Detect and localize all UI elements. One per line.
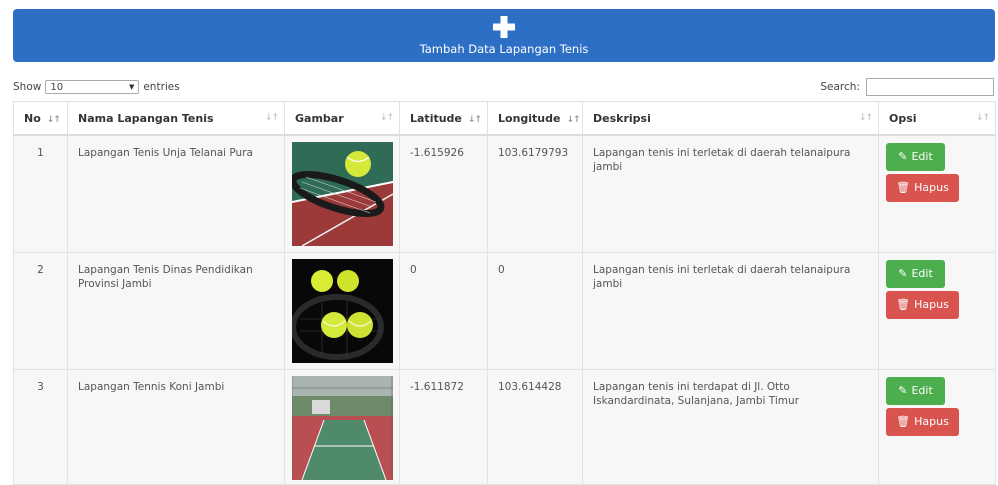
- trash-icon: 🗑: [896, 415, 911, 428]
- cell-deskripsi: Lapangan tenis ini terdapat di Jl. Otto …: [582, 369, 879, 485]
- cell-opsi: ✎ Edit 🗑 Hapus: [878, 369, 996, 485]
- tennis-court-image: [292, 376, 393, 480]
- edit-button[interactable]: ✎ Edit: [886, 143, 945, 171]
- cell-latitude: -1.611872: [399, 369, 488, 485]
- cell-nama: Lapangan Tenis Unja Telanai Pura: [67, 134, 285, 253]
- sort-icon: ↓↑: [264, 113, 279, 123]
- cell-opsi: ✎ Edit 🗑 Hapus: [878, 252, 996, 370]
- edit-button[interactable]: ✎ Edit: [886, 377, 945, 405]
- sort-icon: ↓↑: [566, 114, 580, 125]
- entries-label: entries: [143, 81, 180, 93]
- entries-select[interactable]: 10 ▼: [45, 80, 140, 94]
- chevron-down-icon: ▼: [128, 83, 135, 91]
- cell-latitude: 0: [399, 252, 488, 370]
- table-row: 2 Lapangan Tenis Dinas Pendidikan Provin…: [13, 252, 996, 370]
- cell-no: 1: [13, 134, 68, 253]
- sort-icon: ↓↑: [379, 113, 394, 123]
- column-header-gambar[interactable]: Gambar ↓↑: [284, 101, 400, 136]
- tennis-court-table: No ↓↑ Nama Lapangan Tenis ↓↑ Gambar ↓↑ Lati…: [13, 101, 996, 485]
- sort-icon: ↓↑: [467, 114, 482, 125]
- add-button-label: Tambah Data Lapangan Tenis: [419, 41, 589, 56]
- tennis-balls-image: [292, 259, 393, 363]
- sort-asc-icon: ↓↑: [46, 114, 61, 125]
- column-header-longitude[interactable]: Longitude ↓↑: [487, 101, 583, 136]
- cell-gambar: [284, 369, 400, 485]
- table-row: 3 Lapangan Tennis Koni Jambi -1.611872 1…: [13, 369, 996, 485]
- entries-select-value: 10: [50, 81, 64, 93]
- delete-button[interactable]: 🗑 Hapus: [886, 291, 959, 319]
- cell-deskripsi: Lapangan tenis ini terletak di daerah te…: [582, 252, 879, 370]
- pencil-icon: ✎: [898, 150, 908, 163]
- trash-icon: 🗑: [896, 298, 911, 311]
- cell-longitude: 0: [487, 252, 583, 370]
- search-input[interactable]: [866, 78, 994, 96]
- table-header-row: No ↓↑ Nama Lapangan Tenis ↓↑ Gambar ↓↑ Lati…: [13, 101, 996, 136]
- cell-latitude: -1.615926: [399, 134, 488, 253]
- tennis-ball-racket-image: [292, 142, 393, 246]
- show-label: Show: [13, 81, 42, 93]
- plus-icon: [493, 15, 515, 38]
- trash-icon: 🗑: [896, 181, 911, 194]
- sort-icon: ↓↑: [858, 113, 873, 123]
- cell-no: 3: [13, 369, 68, 485]
- cell-opsi: ✎ Edit 🗑 Hapus: [878, 134, 996, 253]
- cell-nama: Lapangan Tenis Dinas Pendidikan Provinsi…: [67, 252, 285, 370]
- cell-no: 2: [13, 252, 68, 370]
- column-header-latitude[interactable]: Latitude ↓↑: [399, 101, 488, 136]
- column-header-no[interactable]: No ↓↑: [13, 101, 68, 136]
- search-label: Search:: [820, 81, 860, 93]
- cell-nama: Lapangan Tennis Koni Jambi: [67, 369, 285, 485]
- delete-button[interactable]: 🗑 Hapus: [886, 174, 959, 202]
- search-control: Search:: [820, 78, 994, 96]
- column-header-nama[interactable]: Nama Lapangan Tenis ↓↑: [67, 101, 285, 136]
- cell-longitude: 103.6179793: [487, 134, 583, 253]
- delete-button[interactable]: 🗑 Hapus: [886, 408, 959, 436]
- column-header-opsi[interactable]: Opsi ↓↑: [878, 101, 996, 136]
- pencil-icon: ✎: [898, 267, 908, 280]
- pencil-icon: ✎: [898, 384, 908, 397]
- length-control: Show 10 ▼ entries: [13, 80, 180, 94]
- cell-deskripsi: Lapangan tenis ini terletak di daerah te…: [582, 134, 879, 253]
- column-header-deskripsi[interactable]: Deskripsi ↓↑: [582, 101, 879, 136]
- table-row: 1 Lapangan Tenis Unja Telanai Pura -1.61…: [13, 134, 996, 253]
- cell-gambar: [284, 252, 400, 370]
- cell-longitude: 103.614428: [487, 369, 583, 485]
- cell-gambar: [284, 134, 400, 253]
- edit-button[interactable]: ✎ Edit: [886, 260, 945, 288]
- sort-icon: ↓↑: [975, 113, 990, 123]
- add-tennis-court-button[interactable]: Tambah Data Lapangan Tenis: [13, 9, 995, 62]
